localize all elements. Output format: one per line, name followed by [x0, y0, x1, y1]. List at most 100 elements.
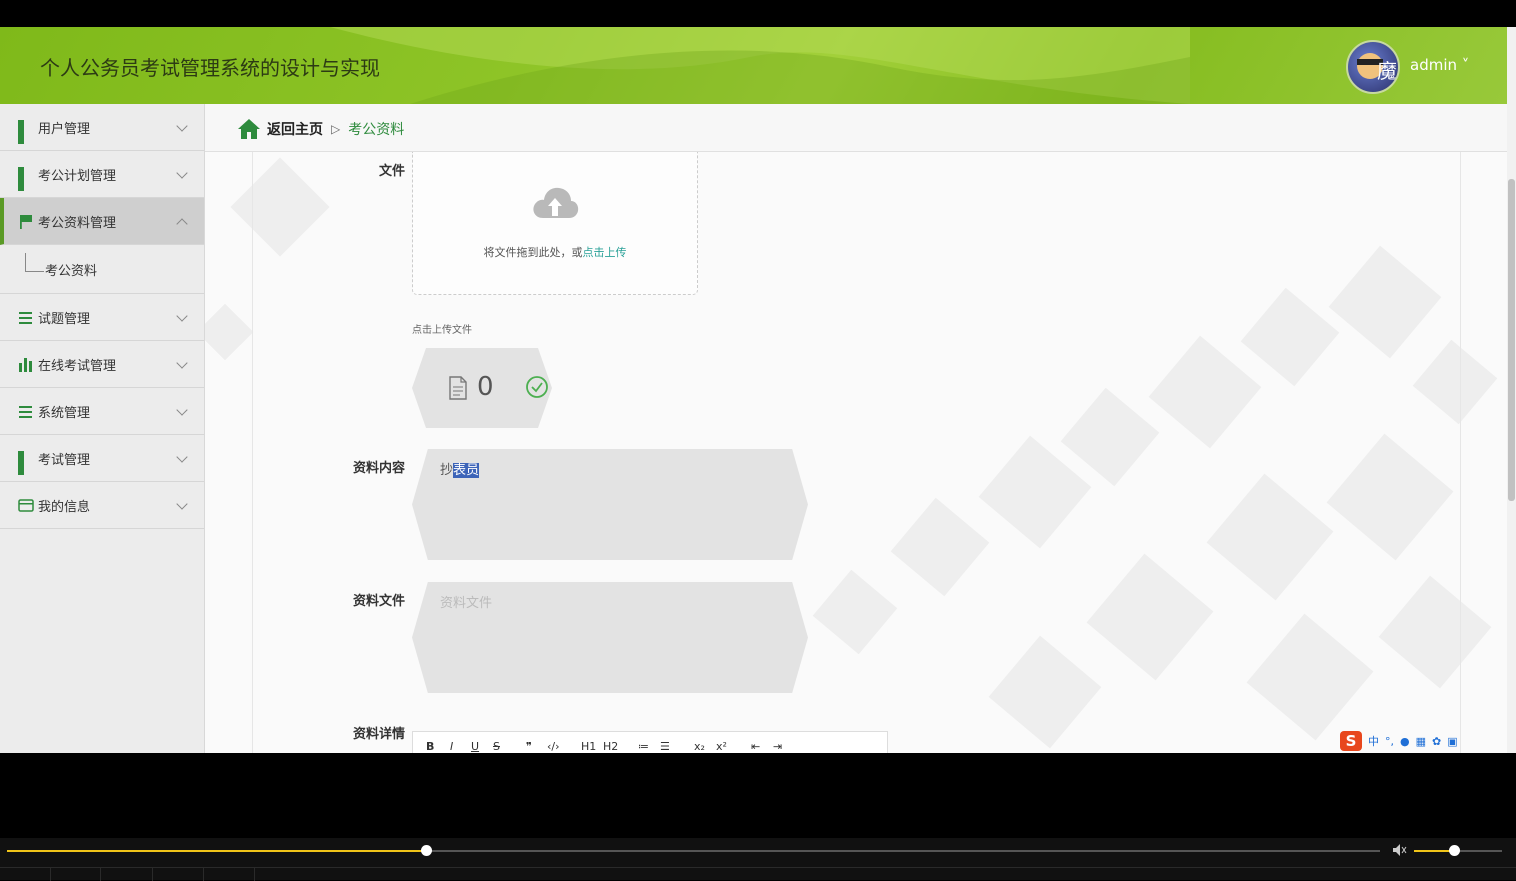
page-scrollbar[interactable] [1507, 27, 1516, 753]
sidebar-item-online-exam[interactable]: 在线考试管理 [0, 341, 204, 388]
svg-text:魔: 魔 [1377, 59, 1397, 83]
ime-punctuation-icon[interactable]: °, [1385, 735, 1394, 748]
sidebar-item-profile[interactable]: 我的信息 [0, 482, 204, 529]
sidebar-item-label: 考试管理 [38, 452, 91, 468]
breadcrumb-home-link[interactable]: 返回主页 [267, 119, 323, 139]
h2-button[interactable]: H2 [603, 740, 618, 753]
seek-progress [7, 850, 426, 852]
bottom-segments [0, 867, 1516, 881]
italic-button[interactable]: I [450, 740, 453, 753]
sidebar-item-questions[interactable]: 试题管理 [0, 294, 204, 341]
content-label: 资料内容 [352, 461, 405, 476]
upload-instructions: 将文件拖到此处，或点击上传 [413, 244, 697, 260]
indent-button[interactable]: ⇥ [773, 740, 782, 753]
document-icon [449, 376, 467, 400]
breadcrumb-bar: 返回主页 ▷ 考公资料 [205, 104, 1507, 152]
h1-button[interactable]: H1 [581, 740, 596, 753]
bold-button[interactable]: B [426, 740, 434, 753]
strike-button[interactable]: S [493, 740, 500, 753]
home-icon[interactable] [237, 118, 261, 140]
sidebar-item-label: 考公资料管理 [38, 215, 117, 231]
content-value: 抄表员 [440, 459, 480, 478]
sidebar-item-label: 系统管理 [38, 405, 91, 421]
breadcrumb-separator: ▷ [331, 122, 341, 136]
grid-icon [18, 450, 33, 475]
chevron-down-icon [176, 120, 188, 132]
grid-icon [18, 166, 33, 191]
sidebar-item-materials[interactable]: 考公资料管理 [0, 198, 204, 245]
check-circle-icon [526, 376, 548, 398]
chevron-up-icon [176, 218, 188, 230]
skin-icon[interactable]: ✿ [1432, 735, 1441, 748]
header-bar: 个人公务员考试管理系统的设计与实现 魔 admin ˅ [0, 27, 1507, 104]
file-field-label: 资料文件 [352, 594, 405, 609]
app-title: 个人公务员考试管理系统的设计与实现 [40, 56, 380, 80]
content-input[interactable]: 抄表员 [412, 449, 808, 560]
scrollbar-thumb[interactable] [1508, 179, 1515, 501]
sidebar-item-label: 我的信息 [38, 499, 91, 515]
subscript-button[interactable]: x₂ [694, 740, 705, 753]
detail-label: 资料详情 [352, 727, 405, 742]
chevron-down-icon [176, 498, 188, 510]
upload-link[interactable]: 点击上传 [583, 246, 627, 259]
sidebar-item-plan[interactable]: 考公计划管理 [0, 151, 204, 198]
bar-chart-icon [18, 357, 33, 372]
breadcrumb-current: 考公资料 [348, 122, 405, 138]
grid-icon [18, 119, 33, 144]
seek-handle[interactable] [420, 845, 432, 856]
ime-mode[interactable]: 中 [1368, 733, 1379, 749]
user-menu[interactable]: admin ˅ [1410, 56, 1469, 74]
ime-grid-icon[interactable]: ▣ [1447, 735, 1457, 748]
list-icon [18, 310, 33, 325]
flag-icon [18, 214, 33, 229]
main-content: 文件 将文件拖到此处，或点击上传 点击上传文件 0 资料内容 抄表员 资料文件 … [205, 152, 1507, 753]
ordered-list-button[interactable]: ≔ [638, 740, 649, 753]
outdent-button[interactable]: ⇤ [751, 740, 760, 753]
code-button[interactable]: ‹/› [547, 740, 560, 753]
bullet-list-button[interactable]: ☰ [660, 740, 670, 753]
breadcrumb: 返回主页 ▷ 考公资料 [237, 118, 404, 140]
sidebar-item-label: 考公计划管理 [38, 168, 117, 184]
media-player-bar [0, 838, 1516, 881]
volume-level [1414, 850, 1454, 852]
sidebar-item-users[interactable]: 用户管理 [0, 104, 204, 151]
ime-toolbar[interactable]: S 中 °, ● ▦ ✿ ▣ [1340, 730, 1516, 752]
sidebar-item-exams[interactable]: 考试管理 [0, 435, 204, 482]
list-icon [18, 404, 33, 419]
content-selection: 表员 [453, 463, 480, 478]
file-field-input[interactable]: 资料文件 [412, 582, 808, 693]
chevron-down-icon [176, 404, 188, 416]
sogou-logo-icon: S [1340, 731, 1362, 751]
upload-dropzone[interactable]: 将文件拖到此处，或点击上传 [412, 152, 698, 295]
keyboard-icon[interactable]: ▦ [1416, 735, 1426, 748]
underline-button[interactable]: U [471, 740, 479, 753]
superscript-button[interactable]: x² [716, 740, 727, 753]
volume-icon[interactable] [1392, 843, 1408, 857]
tree-connector [25, 253, 44, 272]
volume-slider[interactable] [1414, 845, 1502, 856]
avatar[interactable]: 魔 [1346, 40, 1400, 94]
rich-text-editor[interactable]: B I U S ❞ ‹/› H1 H2 ≔ ☰ x₂ x² ⇤ ⇥ [412, 731, 888, 753]
seek-bar[interactable] [7, 845, 1380, 856]
volume-handle[interactable] [1448, 845, 1460, 856]
sidebar-item-label: 在线考试管理 [38, 358, 117, 374]
sidebar: 用户管理 考公计划管理 考公资料管理 考公资料 试题管理 在线考试管理 系统管理… [0, 104, 205, 753]
file-count: 0 [477, 372, 494, 402]
chevron-down-icon [176, 357, 188, 369]
microphone-icon[interactable]: ● [1400, 735, 1410, 748]
quote-button[interactable]: ❞ [526, 740, 532, 753]
file-label: 文件 [378, 164, 405, 179]
sidebar-item-label: 试题管理 [38, 311, 91, 327]
upload-text: 将文件拖到此处，或 [483, 246, 583, 259]
sidebar-subitem-materials[interactable]: 考公资料 [0, 245, 204, 294]
upload-hint: 点击上传文件 [412, 325, 472, 336]
chevron-down-icon [176, 310, 188, 322]
file-count-card: 0 [412, 348, 552, 428]
chevron-down-icon [176, 167, 188, 179]
upload-cloud-icon [533, 187, 579, 218]
card-icon [18, 498, 34, 513]
chevron-down-icon [176, 451, 188, 463]
sidebar-item-label: 用户管理 [38, 121, 91, 137]
avatar-image-icon: 魔 [1357, 53, 1397, 83]
sidebar-item-system[interactable]: 系统管理 [0, 388, 204, 435]
